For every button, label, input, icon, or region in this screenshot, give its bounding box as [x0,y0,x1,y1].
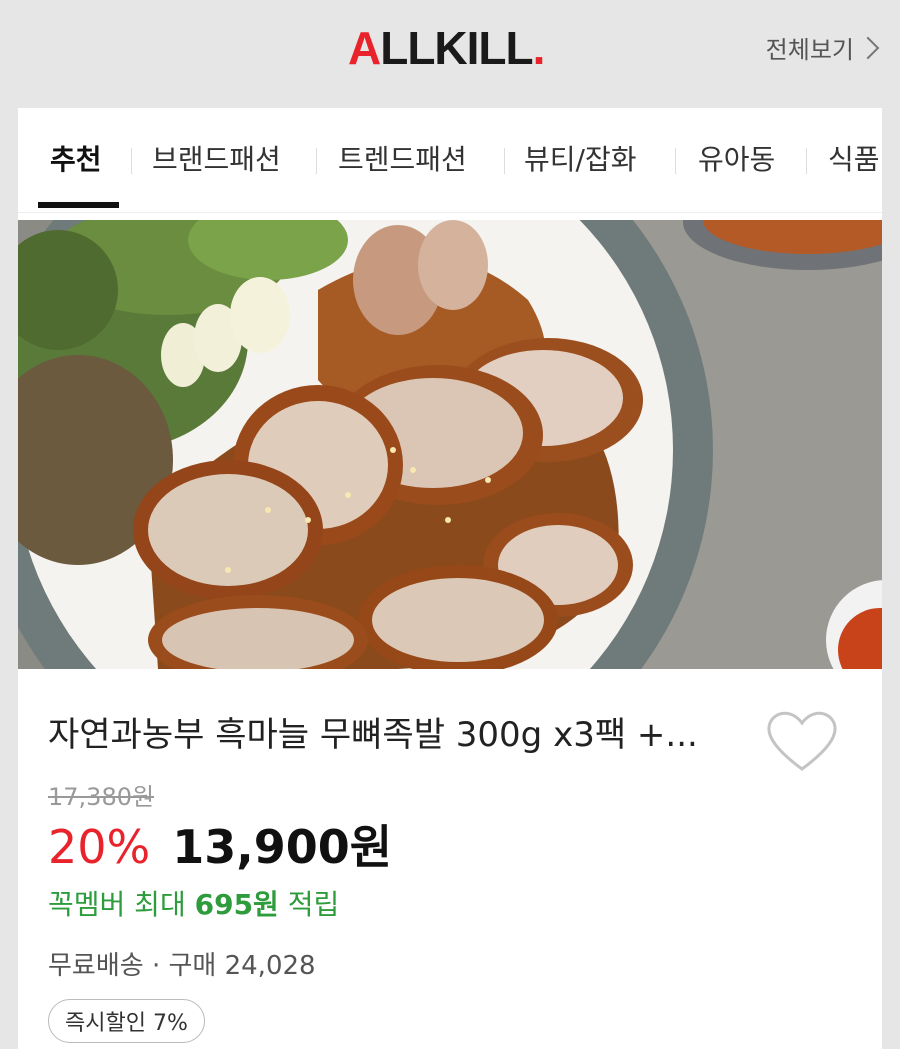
tab-divider [504,148,505,174]
tab-recommend[interactable]: 추천 [50,140,102,180]
app-header: A LLKILL. 전체보기 [0,0,900,108]
tab-divider [131,148,132,174]
logo-a: A [348,22,381,74]
instant-discount-badge: 즉시할인 7% [48,999,205,1043]
discount-rate: 20% [48,820,151,874]
points-prefix: 꼭멤버 최대 [48,888,195,921]
product-card: 추천 브랜드패션 트렌드패션 뷰티/잡화 유아동 식품 자연과농부 흑마늘 무뼈… [18,108,882,1049]
tab-divider [675,148,676,174]
product-title[interactable]: 자연과농부 흑마늘 무뼈족발 300g x3팩 +... [48,711,748,759]
product-image[interactable] [18,220,882,669]
tab-beauty[interactable]: 뷰티/잡화 [524,140,636,180]
allkill-logo[interactable]: A LLKILL. [348,22,546,74]
logo-dot: . [532,22,546,74]
view-all-link[interactable]: 전체보기 [765,30,880,65]
meta-separator: · [151,951,169,981]
points-suffix: 적립 [278,888,340,921]
heart-outline-icon[interactable] [762,705,842,777]
product-info: 자연과농부 흑마늘 무뼈족발 300g x3팩 +... 17,380원 20%… [18,669,882,1049]
shipping-purchase-info: 무료배송 · 구매 24,028 [48,945,316,982]
shipping-label: 무료배송 [48,951,144,981]
tab-food[interactable]: 식품 [828,140,880,180]
tab-divider [806,148,807,174]
chevron-right-icon [856,36,880,59]
price-row: 20% 13,900원 [48,811,392,877]
points-amount: 695원 [194,888,279,921]
category-tabs: 추천 브랜드패션 트렌드패션 뷰티/잡화 유아동 식품 [18,108,882,213]
tab-divider [316,148,317,174]
original-price: 17,380원 [48,783,155,811]
view-all-label: 전체보기 [765,36,854,64]
active-tab-indicator [38,202,119,208]
tab-trend-fashion[interactable]: 트렌드패션 [338,140,467,180]
membership-points: 꼭멤버 최대 695원 적립 [48,883,339,923]
sale-price: 13,900원 [172,820,393,874]
tab-brand-fashion[interactable]: 브랜드패션 [152,140,281,180]
tab-kids[interactable]: 유아동 [698,140,775,180]
logo-text: LLKILL [380,22,533,74]
purchase-count: 구매 24,028 [168,951,316,981]
